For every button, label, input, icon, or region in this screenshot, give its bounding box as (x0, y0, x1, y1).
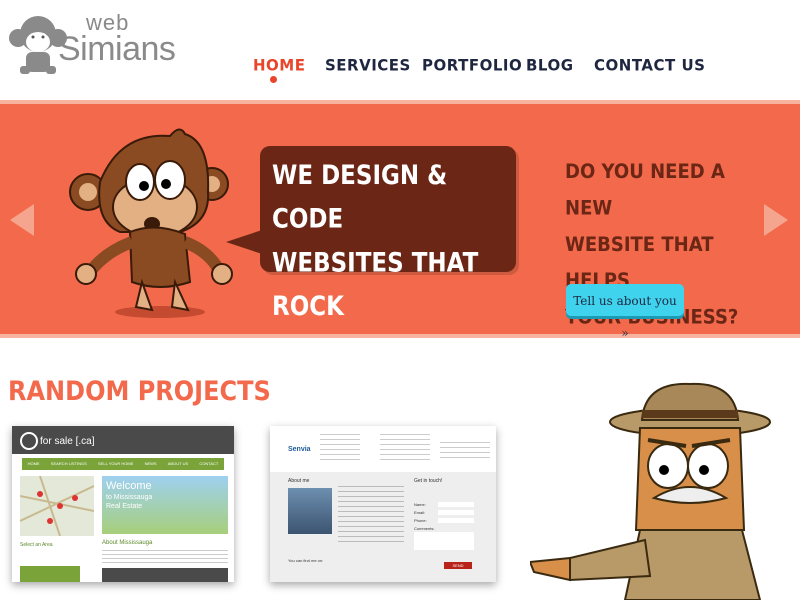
profile-photo (288, 488, 332, 534)
main-nav: HOME SERVICES PORTFOLIO BLOG CONTACT US (0, 55, 800, 86)
nav-portfolio[interactable]: PORTFOLIO (422, 55, 522, 74)
thumb1-brand: for sale [.ca] (40, 436, 95, 447)
comments-field[interactable] (414, 532, 474, 550)
thumb1-nav: HOME SEARCH LISTINGS SELL YOUR HOME NEWS… (22, 458, 224, 470)
site-header: web Simians HOME SERVICES PORTFOLIO BLOG… (0, 0, 800, 100)
thumb2-find-me: You can find me on: (288, 558, 324, 563)
slider-next-arrow-icon[interactable] (764, 204, 788, 236)
email-field[interactable] (438, 510, 474, 515)
brand-icon (20, 432, 38, 450)
hero-question-line1: DO YOU NEED A NEW (565, 160, 725, 220)
nav-services[interactable]: SERVICES (325, 55, 411, 74)
thumb1-about-title: About Mississauga (102, 540, 153, 546)
phone-field[interactable] (438, 518, 474, 523)
tell-us-about-you-button[interactable]: Tell us about you » (566, 284, 684, 340)
nav-home[interactable]: HOME (253, 55, 305, 74)
thumb1-welcome: Welcome (106, 480, 152, 492)
send-button[interactable]: SEND (444, 562, 472, 569)
nav-blog[interactable]: BLOG (526, 55, 574, 74)
map-image (19, 475, 95, 537)
monkey-mascot (69, 128, 233, 318)
project-thumbnail-senvia[interactable]: Senvia About me Get in touch! Name: Emai… (270, 426, 496, 582)
hero-headline-line1: WE DESIGN & CODE (272, 160, 448, 235)
thumb2-get-in-touch: Get in touch! (414, 478, 443, 484)
project-thumbnail-mississauga[interactable]: for sale [.ca] HOME SEARCH LISTINGS SELL… (12, 426, 234, 582)
thumb2-about-me: About me (288, 478, 310, 484)
nav-contact-us[interactable]: CONTACT US (594, 55, 705, 74)
random-projects-title: RANDOM PROJECTS (8, 376, 271, 407)
hero-headline-line2: WEBSITES THAT ROCK (272, 248, 479, 322)
nav-active-indicator (270, 76, 277, 83)
name-field[interactable] (438, 502, 474, 507)
hero-photo: Welcome to Mississauga Real Estate (102, 476, 228, 534)
slider-prev-arrow-icon[interactable] (10, 204, 34, 236)
headline-speech-bubble: WE DESIGN & CODE WEBSITES THAT ROCK (226, 146, 516, 322)
hero-banner: WE DESIGN & CODE WEBSITES THAT ROCK DO Y… (0, 100, 800, 340)
ranger-mascot (530, 382, 771, 600)
thumb2-brand: Senvia (288, 446, 311, 453)
thumb1-select-area: Select an Area (20, 542, 53, 548)
